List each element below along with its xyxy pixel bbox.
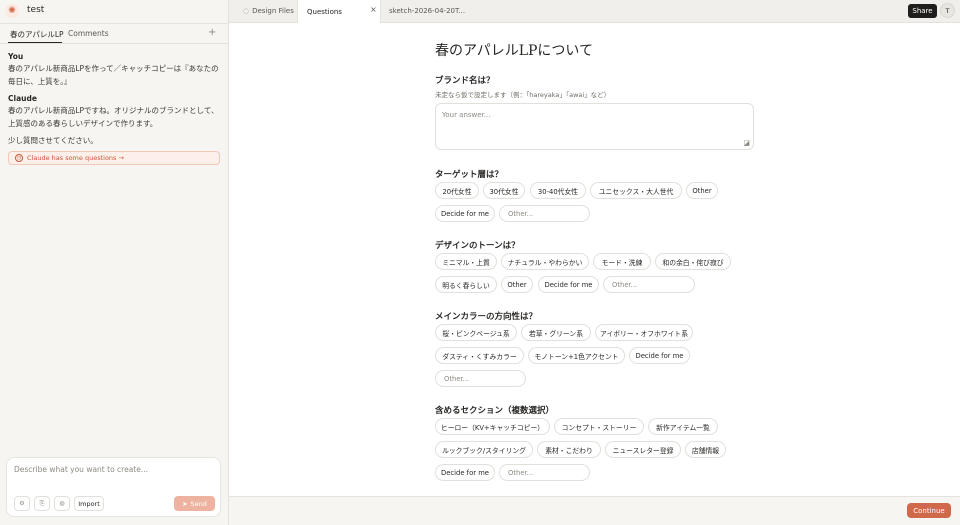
message-line: 上質感のある春らしいデザインで作ります。 xyxy=(8,119,158,128)
sidebar-tab-chat[interactable]: 春のアパレルLP xyxy=(10,29,64,40)
option-chip[interactable]: 和の余白・侘び寂び xyxy=(655,253,731,270)
option-chip[interactable]: 30代女性 xyxy=(483,182,525,199)
other-input[interactable]: Other... xyxy=(435,370,526,387)
option-chip-decide[interactable]: Decide for me xyxy=(538,276,599,293)
other-input[interactable]: Other... xyxy=(499,464,590,481)
message-follow-up: 少し質問させてください。 xyxy=(8,136,98,145)
option-chip[interactable]: 明るく春らしい xyxy=(435,276,497,293)
option-chip[interactable]: アイボリー・オフホワイト系 xyxy=(595,324,693,341)
plus-icon[interactable]: + xyxy=(208,27,216,38)
tab-label: Design Files xyxy=(252,7,294,15)
avatar[interactable]: T xyxy=(940,3,955,18)
app-logo-icon[interactable]: ✺ xyxy=(5,4,19,18)
other-input[interactable]: Other... xyxy=(499,205,590,222)
question-title-color: メインカラーの方向性は？ xyxy=(435,312,538,322)
question-hint-brand: 未定なら仮で設定します（例：「hareyaka」「awai」など） xyxy=(435,91,611,99)
composer: Describe what you want to create... ⚙ ⎘ … xyxy=(6,457,221,517)
tab-questions[interactable]: Questions × xyxy=(297,0,381,23)
option-chip-decide[interactable]: Decide for me xyxy=(435,205,495,222)
divider xyxy=(0,23,229,24)
clock-icon: ◷ xyxy=(15,154,23,162)
option-chip[interactable]: ルックブック/スタイリング xyxy=(435,441,533,458)
other-input[interactable]: Other... xyxy=(603,276,695,293)
option-chip[interactable]: モード・洗練 xyxy=(593,253,651,270)
message-text-claude: 春のアパレル新商品LPですね。オリジナルのブランドとして、 上質感のある春らしい… xyxy=(8,104,222,130)
message-line: 毎日に、上質を。』 xyxy=(8,77,72,86)
option-chip[interactable]: 新作アイテム一覧 xyxy=(648,418,718,435)
chat-sidebar: ✺ test 春のアパレルLP Comments + You 春のアパレル新商品… xyxy=(0,0,229,525)
option-chip-decide[interactable]: Decide for me xyxy=(629,347,690,364)
question-title-sections: 含めるセクション（複数選択） xyxy=(435,406,555,416)
option-chip-decide[interactable]: Decide for me xyxy=(435,464,495,481)
settings-icon[interactable]: ⚙ xyxy=(14,496,30,511)
question-title-tone: デザインのトーンは？ xyxy=(435,241,520,251)
import-button[interactable]: Import xyxy=(74,496,104,511)
message-text-you: 春のアパレル新商品LPを作って／キャッチコピーは『あなたの 毎日に、上質を。』 xyxy=(8,62,222,88)
resize-icon[interactable]: ◪ xyxy=(743,139,750,147)
close-icon[interactable]: × xyxy=(370,5,377,14)
page-title: 春のアパレルLPについて xyxy=(435,43,594,59)
option-chip[interactable]: 桜・ピンクベージュ系 xyxy=(435,324,517,341)
message-line: 春のアパレル新商品LPですね。オリジナルのブランドとして、 xyxy=(8,106,219,115)
send-icon: ➤ xyxy=(182,499,188,508)
option-chip[interactable]: ダスティ・くすみカラー xyxy=(435,347,524,364)
message-line: 春のアパレル新商品LPを作って／キャッチコピーは『あなたの xyxy=(8,64,219,73)
option-chip[interactable]: 素材・こだわり xyxy=(537,441,601,458)
option-chip[interactable]: モノトーン+1色アクセント xyxy=(528,347,625,364)
footer-bar xyxy=(229,496,960,525)
send-button[interactable]: ➤ Send xyxy=(174,496,215,511)
option-chip[interactable]: ニュースレター登録 xyxy=(605,441,681,458)
tab-sketch[interactable]: sketch-2026-04-20T... xyxy=(387,0,467,22)
option-chip-other[interactable]: Other xyxy=(686,182,718,199)
option-chip-other[interactable]: Other xyxy=(501,276,533,293)
sidebar-tab-comments[interactable]: Comments xyxy=(68,29,109,38)
questions-notice[interactable]: ◷ Claude has some questions → xyxy=(8,151,220,165)
option-chip[interactable]: 30-40代女性 xyxy=(530,182,586,199)
option-chip[interactable]: 若草・グリーン系 xyxy=(521,324,591,341)
tab-design-files[interactable]: ◌ Design Files xyxy=(240,0,296,22)
brand-answer-textarea[interactable]: Your answer... ◪ xyxy=(435,103,754,150)
option-chip[interactable]: ユニセックス・大人世代 xyxy=(590,182,682,199)
option-chip[interactable]: ミニマル・上質 xyxy=(435,253,497,270)
audio-icon[interactable]: ◍ xyxy=(54,496,70,511)
question-title-brand: ブランド名は？ xyxy=(435,76,495,86)
attach-icon[interactable]: ⎘ xyxy=(34,496,50,511)
option-chip[interactable]: ナチュラル・やわらかい xyxy=(501,253,589,270)
message-sender-claude: Claude xyxy=(8,94,37,103)
answer-placeholder: Your answer... xyxy=(442,111,491,119)
option-chip[interactable]: コンセプト・ストーリー xyxy=(554,418,644,435)
option-chip[interactable]: 店舗情報 xyxy=(685,441,726,458)
prompt-input[interactable]: Describe what you want to create... xyxy=(14,465,148,474)
send-label: Send xyxy=(190,499,207,508)
tab-label: Questions xyxy=(307,7,342,16)
option-chip[interactable]: ヒーロー（KV+キャッチコピー） xyxy=(435,418,550,435)
question-title-target: ターゲット層は？ xyxy=(435,170,504,180)
option-chip[interactable]: 20代女性 xyxy=(435,182,479,199)
message-sender-you: You xyxy=(8,52,24,61)
notice-text: Claude has some questions → xyxy=(27,154,124,162)
continue-button[interactable]: Continue xyxy=(907,503,951,518)
divider xyxy=(0,43,229,44)
file-icon: ◌ xyxy=(243,7,250,15)
project-title[interactable]: test xyxy=(27,5,44,15)
share-button[interactable]: Share xyxy=(908,4,937,18)
